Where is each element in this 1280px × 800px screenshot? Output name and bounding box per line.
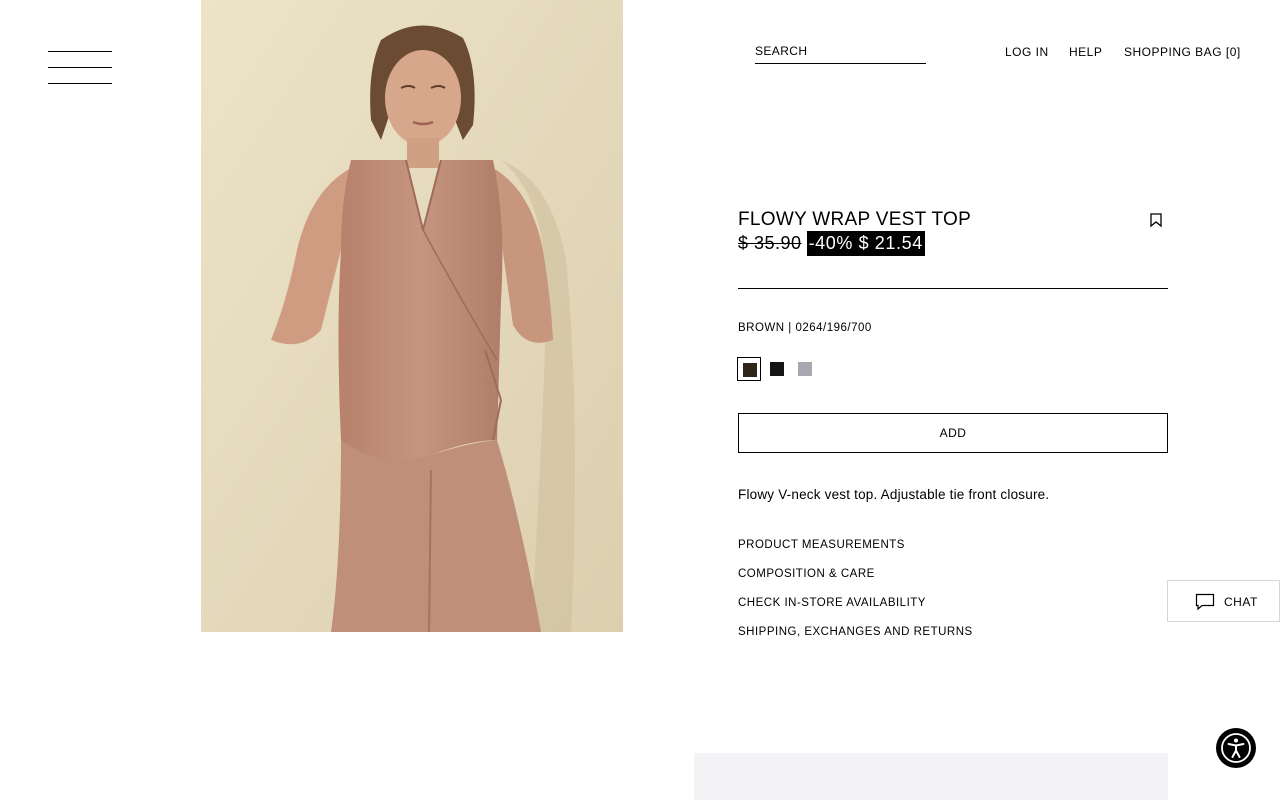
product-photo bbox=[201, 0, 623, 632]
bookmark-icon bbox=[1150, 213, 1162, 228]
chat-button[interactable]: CHAT bbox=[1167, 580, 1280, 622]
hamburger-icon-line bbox=[48, 51, 112, 52]
accessibility-icon bbox=[1221, 733, 1251, 763]
product-description: Flowy V-neck vest top. Adjustable tie fr… bbox=[738, 487, 1050, 502]
product-title: FLOWY WRAP VEST TOP bbox=[738, 209, 972, 230]
divider bbox=[738, 288, 1168, 289]
add-to-bag-button[interactable]: ADD bbox=[738, 413, 1168, 453]
search-input[interactable] bbox=[755, 40, 926, 62]
accessibility-button[interactable] bbox=[1216, 728, 1256, 768]
help-link[interactable]: HELP bbox=[1069, 45, 1102, 59]
color-swatch-grey[interactable] bbox=[793, 357, 817, 381]
bookmark-button[interactable] bbox=[1148, 212, 1164, 228]
color-swatch-black[interactable] bbox=[765, 357, 789, 381]
swatch-fill bbox=[770, 362, 784, 376]
hamburger-menu-button[interactable] bbox=[48, 51, 112, 85]
shipping-returns-link[interactable]: SHIPPING, EXCHANGES AND RETURNS bbox=[738, 626, 973, 638]
store-availability-link[interactable]: CHECK IN-STORE AVAILABILITY bbox=[738, 597, 926, 609]
product-image[interactable] bbox=[201, 0, 623, 632]
chat-bubble-icon bbox=[1195, 593, 1215, 611]
shopping-bag-link[interactable]: SHOPPING BAG [0] bbox=[1124, 45, 1241, 59]
login-link[interactable]: LOG IN bbox=[1005, 45, 1049, 59]
color-reference: BROWN | 0264/196/700 bbox=[738, 322, 872, 334]
color-swatch-brown[interactable] bbox=[737, 357, 761, 381]
product-measurements-link[interactable]: PRODUCT MEASUREMENTS bbox=[738, 539, 905, 551]
hamburger-icon-line bbox=[48, 67, 112, 68]
swatch-fill bbox=[798, 362, 812, 376]
hamburger-icon-line bbox=[48, 83, 112, 84]
related-products-panel bbox=[694, 753, 1168, 800]
sale-price-badge: -40% $ 21.54 bbox=[806, 231, 925, 256]
chat-label: CHAT bbox=[1224, 595, 1258, 609]
price-row: $ 35.90 -40% $ 21.54 bbox=[738, 231, 925, 256]
search-field[interactable] bbox=[755, 40, 926, 64]
original-price: $ 35.90 bbox=[738, 233, 802, 253]
swatch-fill bbox=[743, 363, 757, 377]
composition-care-link[interactable]: COMPOSITION & CARE bbox=[738, 568, 875, 580]
